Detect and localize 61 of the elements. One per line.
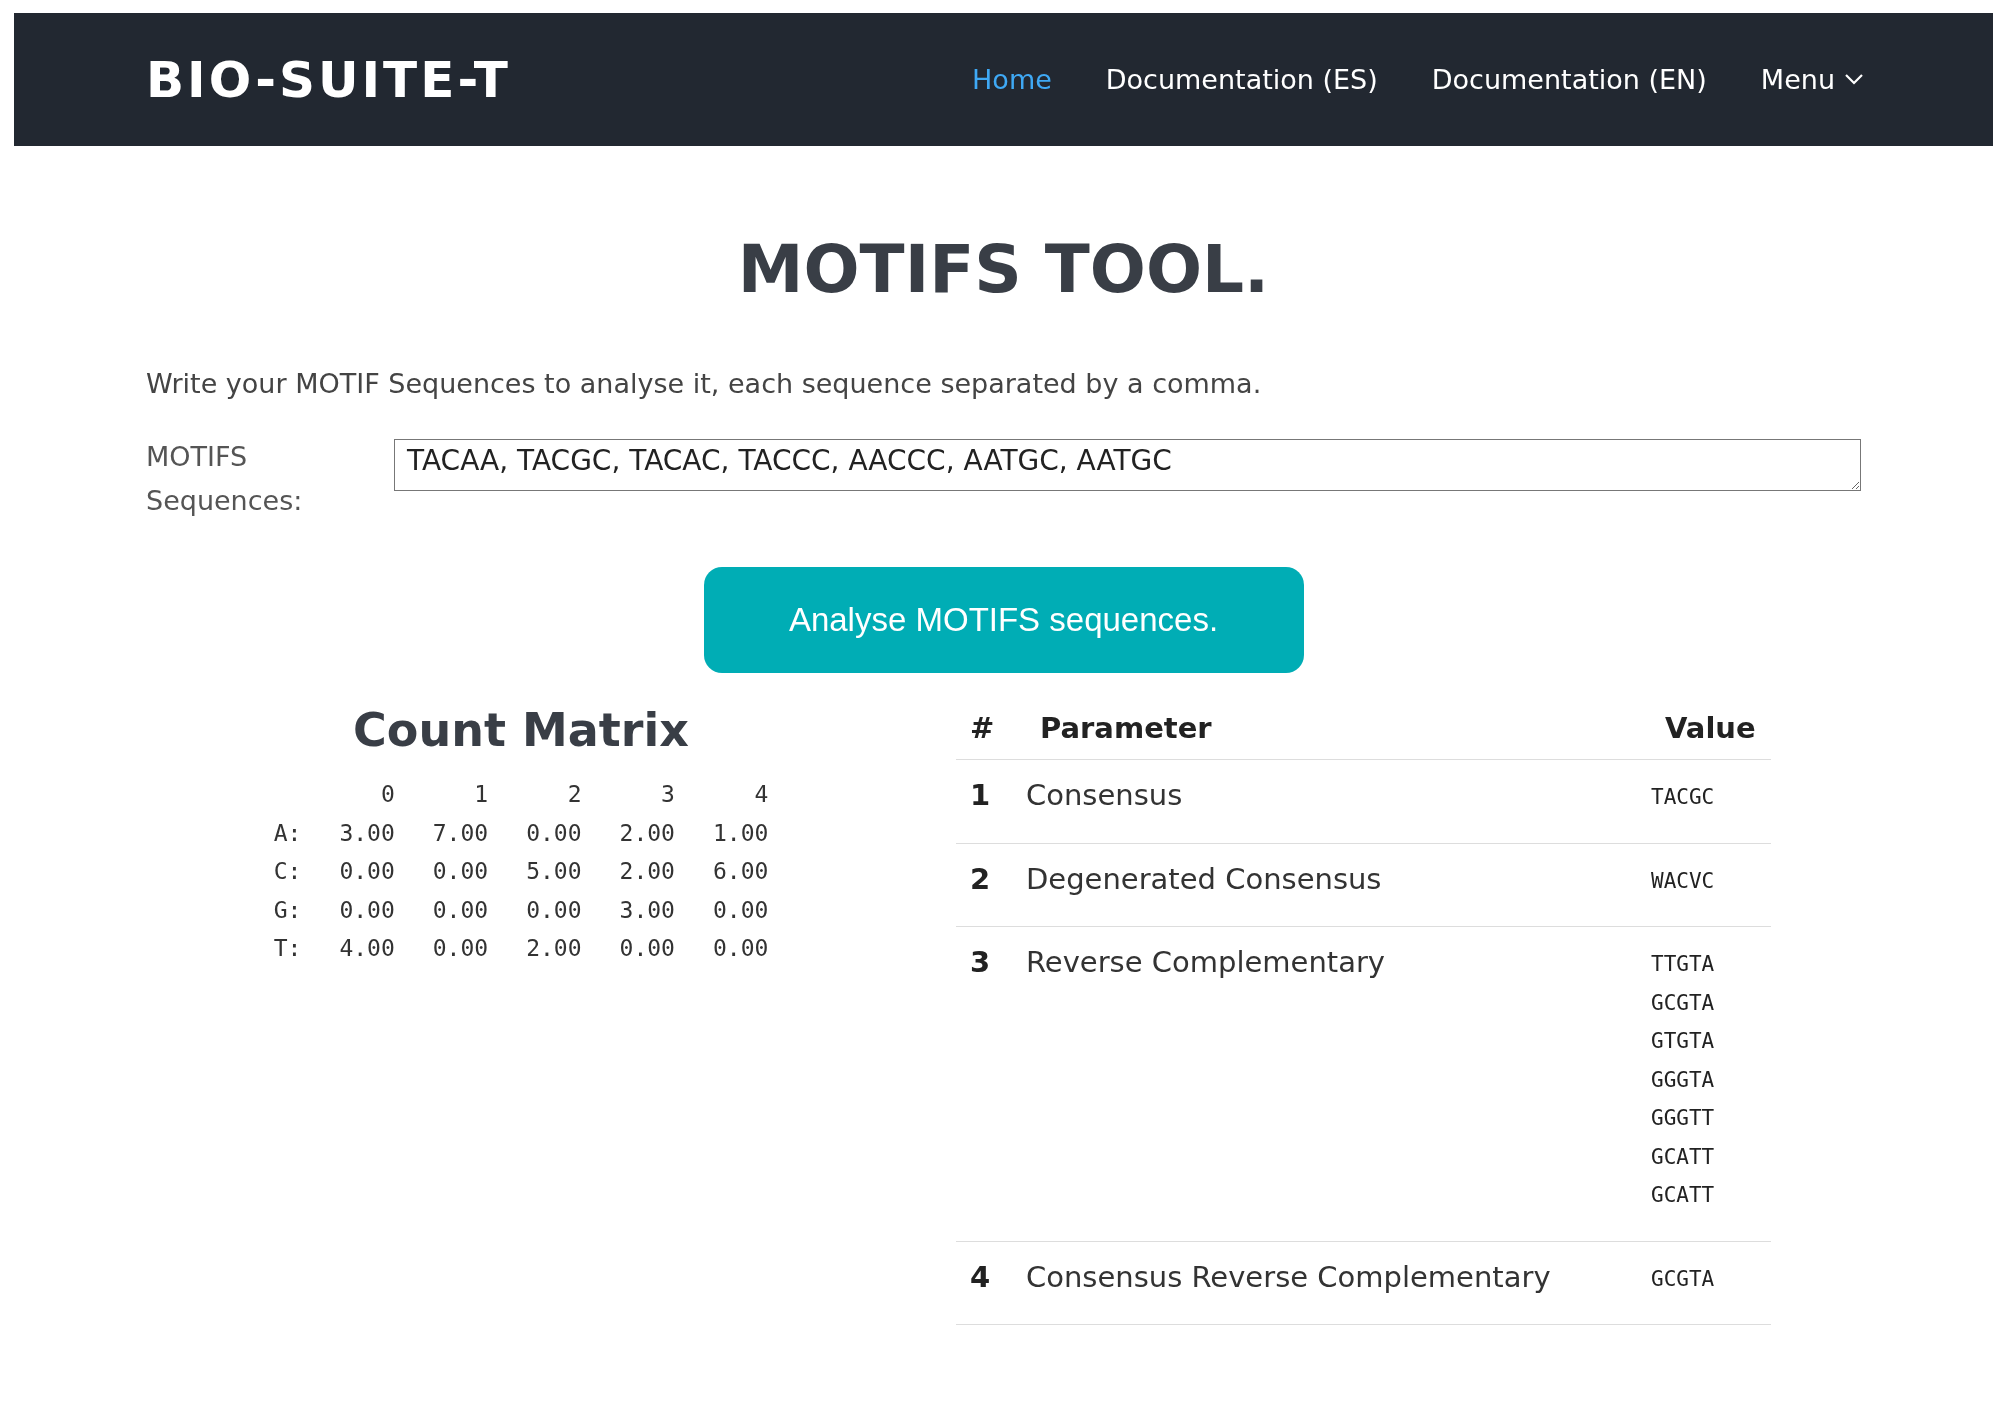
column-header: # [969,711,996,745]
parameter-cell-text: Consensus [1026,778,1184,814]
parameter-cell-text: Consensus Reverse Complementary [1026,1259,1552,1296]
row-number: 4 [969,1259,992,1296]
matrix-title: Count Matrix [353,703,689,757]
matrix-cell-text: 0.00 [712,934,769,963]
value-text: GCGTA [1651,989,1716,1017]
field-label: MOTIFS Sequences: [146,440,304,518]
matrix-row-label: C: [273,857,302,886]
nav-link[interactable]: Documentation (ES) [1105,64,1378,95]
parameter-cell-text: Degenerated Consensus [1026,861,1383,898]
nav-link[interactable]: Documentation (EN) [1431,64,1707,95]
matrix-row-label: G: [273,895,302,925]
matrix-cell-text: 2.00 [526,934,582,963]
matrix-column-header: 1 [473,780,489,809]
matrix-column-header: 3 [660,780,675,809]
matrix-row-label: A: [273,818,302,848]
site-logo[interactable]: BIO-SUITE-T [146,50,919,109]
matrix-cell-text: 2.00 [619,818,675,848]
matrix-cell-text: 3.00 [619,895,675,925]
value-text: GGGTT [1651,1105,1716,1132]
value-text: GTGTA [1651,1028,1716,1055]
instructions-text: Write your MOTIF Sequences to analyse it, each sequence separated by a comma. [146,368,1263,399]
matrix-cell-text: 0.00 [619,934,675,963]
matrix-row-label: T: [273,934,302,963]
matrix-cell-text: 0.00 [526,895,582,925]
column-header: Parameter [1039,711,1213,745]
matrix-cell-text: 0.00 [432,934,489,963]
matrix-cell-text: 2.00 [619,857,675,886]
matrix-cell-text: 3.00 [339,818,395,848]
matrix-column-header: 2 [566,780,582,809]
matrix-cell-text: 0.00 [339,895,395,925]
matrix-cell-text: 0.00 [432,857,489,886]
value-text: TTGTA [1651,951,1716,978]
nav-link[interactable]: Home [972,64,1052,95]
sequences-field[interactable]: TACAA, TACGC, TACAC, TACCC, AACCC, AATGC, AATGC [394,439,1861,491]
matrix-cell-text: 0.00 [339,857,395,886]
menu-dropdown[interactable]: Menu [1760,64,1863,95]
row-number: 2 [969,861,992,898]
value-text: WACVC [1651,867,1716,895]
row-number: 3 [969,945,992,981]
parameter-cell-text: Reverse Complementary [1026,945,1387,981]
value-text: GCATT [1651,1143,1716,1171]
chevron-down-icon [1845,74,1863,85]
value-text: TACGC [1651,784,1716,811]
matrix-cell-text: 1.00 [712,818,769,848]
row-number: 1 [969,778,992,814]
value-text: GGGTA [1651,1066,1716,1094]
page-title: MOTIFS TOOL. [736,231,1271,308]
matrix-column-header: 4 [753,780,769,809]
column-header: Value [1664,711,1757,745]
matrix-cell-text: 0.00 [526,818,582,848]
matrix-cell-text: 7.00 [432,818,489,848]
matrix-column-header: 0 [379,780,395,809]
matrix-cell-text: 0.00 [432,895,489,925]
matrix-cell-text: 5.00 [526,857,582,886]
matrix-cell-text: 4.00 [339,934,395,963]
matrix-cell-text: 0.00 [712,895,769,925]
value-text: GCATT [1651,1182,1716,1209]
matrix-cell-text: 6.00 [712,857,769,886]
value-text: GCGTA [1651,1265,1716,1293]
